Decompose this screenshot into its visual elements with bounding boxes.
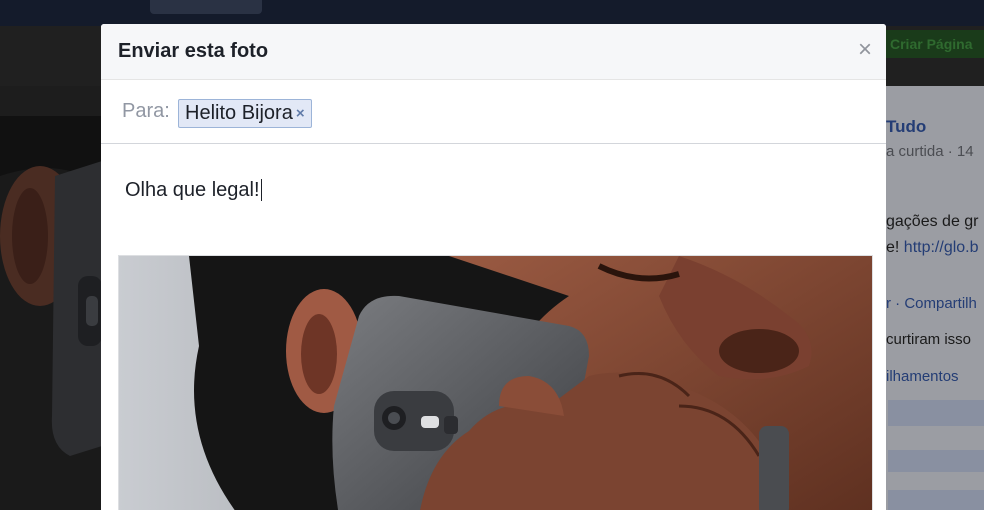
create-page-button: Criar Página <box>886 30 984 58</box>
close-icon[interactable]: × <box>858 38 872 62</box>
background-photo <box>0 116 102 510</box>
to-label: Para: <box>122 100 170 122</box>
search-box <box>150 0 262 14</box>
post-text-line1: gações de gr <box>886 213 979 230</box>
likes-summary: curtiram isso <box>886 331 972 348</box>
post-link: http://glo.b <box>903 239 979 256</box>
share-link: r · Compartilh <box>886 295 977 312</box>
dialog-title: Enviar esta foto <box>118 40 269 62</box>
remove-recipient-icon[interactable]: × <box>296 105 305 122</box>
blurred-avatars <box>888 450 984 472</box>
post-meta: a curtida · 14 <box>886 143 974 160</box>
send-photo-dialog: Enviar esta foto × Para: Helito Bijora ×… <box>101 24 886 510</box>
recipient-field[interactable]: Para: Helito Bijora × <box>101 80 886 144</box>
post-text-line2: e! http://glo.b <box>886 239 979 256</box>
top-navigation-bar <box>0 0 984 26</box>
message-input[interactable]: Olha que legal! <box>125 179 262 201</box>
dialog-header: Enviar esta foto × <box>101 24 886 80</box>
photo-preview <box>118 255 873 510</box>
blurred-avatars <box>888 490 984 510</box>
page-name: Tudo <box>886 117 927 136</box>
recipient-name: Helito Bijora <box>185 102 293 124</box>
shares-summary: ilhamentos <box>886 368 959 385</box>
blurred-avatars <box>888 400 984 426</box>
recipient-token[interactable]: Helito Bijora × <box>178 99 312 128</box>
